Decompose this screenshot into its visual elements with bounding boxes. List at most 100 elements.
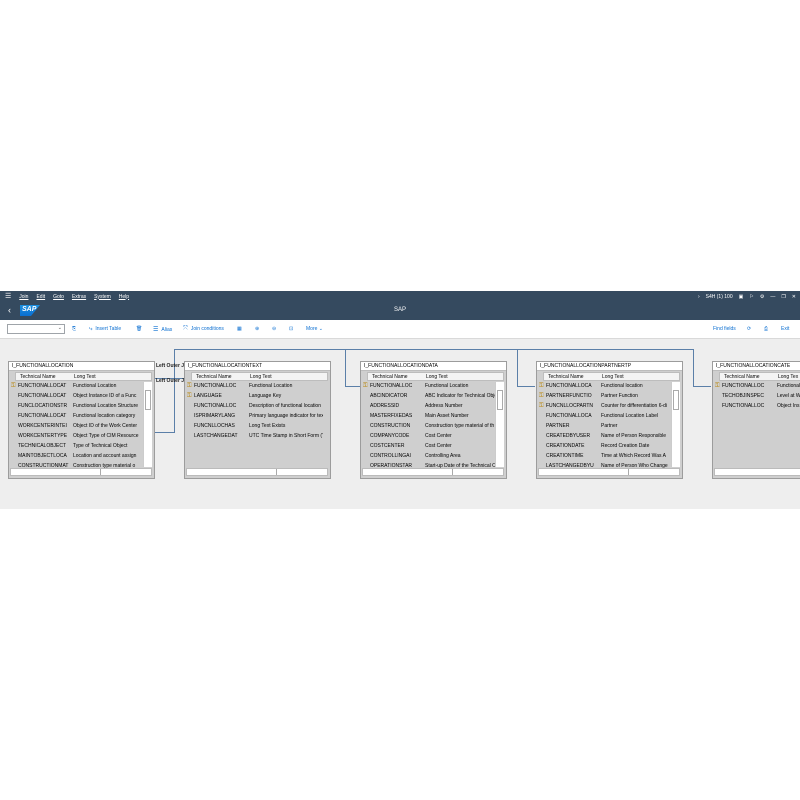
menu-join[interactable]: Join xyxy=(19,294,28,300)
table-row[interactable]: FUNCTIONALLOCAT Functional location categ… xyxy=(9,411,154,421)
table-row[interactable]: CONSTRUCTION Construction type material o… xyxy=(361,421,506,431)
table-row[interactable]: TECHOBJINSPEC Level at W xyxy=(713,391,800,401)
menu-icon[interactable]: ☰ xyxy=(5,291,11,302)
join-line[interactable] xyxy=(345,386,361,387)
exit-button[interactable]: Exit xyxy=(781,326,789,332)
table-row[interactable]: ⚿ FUNCTIONALLOC Functional Location xyxy=(361,381,506,391)
table-row[interactable]: CONTROLLINGAI Controlling Area xyxy=(361,451,506,461)
zoom-in-icon[interactable]: ⊕ xyxy=(255,326,259,332)
table-rows: ⚿ FUNCTIONALLOCAT Functional Location FUNC… xyxy=(9,381,154,469)
table-row[interactable]: FUNCTIONALLOC Object Ins xyxy=(713,401,800,411)
table-row[interactable]: ⚿ FUNCTIONALLOCA Functional location xyxy=(537,381,682,391)
table-row[interactable]: FUNCTIONALLOCA Functional Location Label xyxy=(537,411,682,421)
flag-icon[interactable]: ⚐ xyxy=(749,294,753,300)
table-row[interactable]: MAINTOBJECTLOCA Location and account assi… xyxy=(9,451,154,461)
table-row[interactable]: TECHNICALOBJECT Type of Technical Object xyxy=(9,441,154,451)
minimize-icon[interactable]: — xyxy=(770,294,775,300)
table-row[interactable]: COMPANYCODE Cost Center xyxy=(361,431,506,441)
find-next-icon[interactable]: ⟳ xyxy=(747,326,751,332)
join-line[interactable] xyxy=(155,432,175,433)
menu-extras[interactable]: Extras xyxy=(72,294,86,300)
join-line[interactable] xyxy=(174,349,694,350)
table-rows: ⚿ FUNCTIONALLOCA Functional location ⚿ PART… xyxy=(537,381,682,469)
table-row[interactable]: ⚿ PARTNERFUNCTIO Partner Function xyxy=(537,391,682,401)
table-row[interactable]: FUNCLOCATIONSTR Functional Location Struc… xyxy=(9,401,154,411)
table-row[interactable]: ⚿ FUNCTIONALLOCAT Functional Location xyxy=(9,381,154,391)
vertical-scrollbar[interactable] xyxy=(143,382,152,467)
join-line[interactable] xyxy=(345,349,346,386)
table-row[interactable]: ADDRESSID Address Number xyxy=(361,401,506,411)
join-conditions-button[interactable]: ⤧ Join conditions xyxy=(183,326,224,333)
table-row[interactable]: ISPRIMARYLANG Primary language indicator … xyxy=(185,411,330,421)
table-row[interactable]: WORKCENTERINTEI Object ID of the Work Cen… xyxy=(9,421,154,431)
table-row[interactable]: ⚿ LANGUAGE Language Key xyxy=(185,391,330,401)
horizontal-scrollbar[interactable] xyxy=(362,468,504,476)
table-row[interactable]: COSTCENTER Cost Center xyxy=(361,441,506,451)
table-row[interactable]: FUNCNLLOCHAS Long Text Exists xyxy=(185,421,330,431)
join-line[interactable] xyxy=(693,349,694,386)
table-row[interactable]: ⚿ FUNCTIONALLOC Functional xyxy=(713,381,800,391)
key-icon: ⚿ xyxy=(539,393,544,399)
menu-goto[interactable]: Goto xyxy=(53,294,64,300)
table-box-functionallocationdata[interactable]: I_FUNCTIONALLOCATIONDATA Technical Name … xyxy=(360,361,507,479)
table-row[interactable]: WORKCENTERTYPE Object Type of CIM Resourc… xyxy=(9,431,154,441)
table-row[interactable]: ⚿ FUNCTIONALLOC Functional Location xyxy=(185,381,330,391)
selection-dropdown[interactable]: ⌄ xyxy=(7,324,65,334)
table-row[interactable]: CREATEDBYUSER Name of Person Responsible xyxy=(537,431,682,441)
join-canvas[interactable]: Left Outer Join Left Outer Join I_FUNCTI… xyxy=(0,339,800,509)
table-row[interactable]: PARTNER Partner xyxy=(537,421,682,431)
table-header: Technical Name Long Text xyxy=(543,372,680,381)
print-icon[interactable]: ⎙ xyxy=(764,326,768,332)
menu-edit[interactable]: Edit xyxy=(36,294,45,300)
join-line[interactable] xyxy=(517,349,518,386)
table-box-functionallocationcategory[interactable]: I_FUNCTIONALLOCATIONCATE Technical Name … xyxy=(712,361,800,479)
copy-icon[interactable]: ⎘ xyxy=(72,326,76,332)
vertical-scrollbar[interactable] xyxy=(671,382,680,467)
screen-icon[interactable]: ▣ xyxy=(739,294,744,300)
menu-system[interactable]: System xyxy=(94,294,111,300)
table-row[interactable]: ⚿ FUNCNLLOCPARTN Counter for differentiati… xyxy=(537,401,682,411)
table-rows: ⚿ FUNCTIONALLOC Functional TECHOBJINSPEC Le… xyxy=(713,381,800,469)
layout-icon[interactable]: ▦ xyxy=(237,326,242,332)
horizontal-scrollbar[interactable] xyxy=(714,468,800,476)
table-row[interactable]: MASTERFIXEDAS Main Asset Number xyxy=(361,411,506,421)
insert-table-button[interactable]: ⤷ Insert Table xyxy=(89,326,121,333)
table-rows: ⚿ FUNCTIONALLOC Functional Location ⚿ LANGU… xyxy=(185,381,330,469)
alias-icon: ☰ xyxy=(153,327,159,333)
table-box-functionallocationpartnertp[interactable]: I_FUNCTIONALLOCATIONPARTNERTP Technical … xyxy=(536,361,683,479)
horizontal-scrollbar[interactable] xyxy=(186,468,328,476)
horizontal-scrollbar[interactable] xyxy=(538,468,680,476)
table-row[interactable]: ABCINDICATOR ABC Indicator for Technical … xyxy=(361,391,506,401)
close-icon[interactable]: ✕ xyxy=(792,294,796,300)
table-row[interactable]: FUNCTIONALLOC Description of functional l… xyxy=(185,401,330,411)
customize-icon[interactable]: ⚙ xyxy=(760,294,764,300)
restore-icon[interactable]: ❐ xyxy=(781,294,785,300)
join-line[interactable] xyxy=(174,349,175,433)
table-box-functionallocationtext[interactable]: I_FUNCTIONALLOCATIONTEXT Technical Name … xyxy=(184,361,331,479)
chevron-right-icon[interactable]: › xyxy=(698,294,700,300)
title-bar: ‹ SAP SAP xyxy=(0,302,800,320)
alias-button[interactable]: ☰ Alias xyxy=(153,326,172,333)
menu-help[interactable]: Help xyxy=(119,294,129,300)
join-line[interactable] xyxy=(517,386,535,387)
chevron-down-icon: ⌄ xyxy=(57,325,62,331)
find-fields-button[interactable]: Find fields xyxy=(713,326,736,332)
delete-icon[interactable]: 🗑 xyxy=(136,326,142,332)
table-box-functionallocation[interactable]: I_FUNCTIONALLOCATION Technical Name Long… xyxy=(8,361,155,479)
table-header: Technical Name Long Text xyxy=(367,372,504,381)
fit-icon[interactable]: ⊡ xyxy=(289,326,293,332)
key-icon: ⚿ xyxy=(11,383,16,389)
table-row[interactable]: CREATIONDATE Record Creation Date xyxy=(537,441,682,451)
vertical-scrollbar[interactable] xyxy=(495,382,504,467)
table-row[interactable]: LASTCHANGEDAT UTC Time Stamp in Short For… xyxy=(185,431,330,441)
table-header: Technical Name Long Text xyxy=(15,372,152,381)
join-line[interactable] xyxy=(693,386,711,387)
key-icon: ⚿ xyxy=(187,383,192,389)
table-row[interactable]: CREATIONTIME Time at Which Record Was A xyxy=(537,451,682,461)
zoom-out-icon[interactable]: ⊖ xyxy=(272,326,276,332)
table-header: Technical Name Long Text xyxy=(191,372,328,381)
horizontal-scrollbar[interactable] xyxy=(10,468,152,476)
table-row[interactable]: FUNCTIONALLOCAT Object Instance ID of a F… xyxy=(9,391,154,401)
page-title: SAP xyxy=(393,307,406,313)
more-button[interactable]: More ⌄ xyxy=(306,326,323,332)
